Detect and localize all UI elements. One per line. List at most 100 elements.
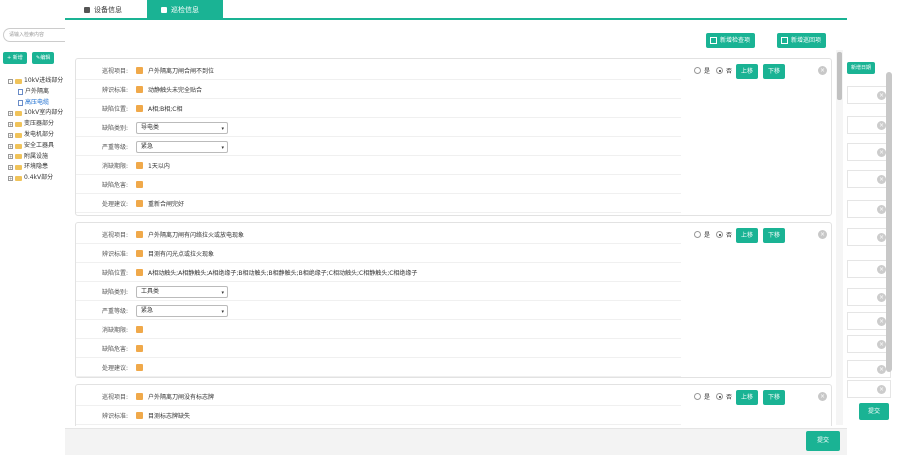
tree-search-input[interactable]: 请输入检索内容 xyxy=(3,28,73,42)
radio-no[interactable] xyxy=(716,67,724,74)
remove-icon[interactable]: × xyxy=(877,175,886,184)
remove-icon[interactable]: × xyxy=(877,148,886,157)
tree-edit-button[interactable]: ✎编辑 xyxy=(32,52,55,64)
expand-icon[interactable]: + xyxy=(8,111,13,117)
edit-icon[interactable] xyxy=(136,250,143,257)
remove-icon[interactable]: × xyxy=(877,265,886,274)
suggestion-value[interactable] xyxy=(130,364,148,371)
right-panel-scrollbar[interactable] xyxy=(886,72,892,372)
tree-node[interactable]: 高压电缆 xyxy=(8,98,63,109)
item-value[interactable]: 户外隔离刀闸有闪络拉火或放电现象 xyxy=(130,230,244,239)
tree-node[interactable]: +10kV室内部分 xyxy=(8,108,63,119)
edit-icon[interactable] xyxy=(136,393,143,400)
standard-value[interactable]: 目测有闪光点或拉火现象 xyxy=(130,249,214,258)
edit-icon[interactable] xyxy=(136,181,143,188)
suggestion-value[interactable]: 重新合闸完好 xyxy=(130,199,184,208)
edit-icon[interactable] xyxy=(136,412,143,419)
file-icon xyxy=(18,99,23,106)
move-down-button[interactable]: 下移 xyxy=(763,64,786,79)
edit-icon[interactable] xyxy=(136,364,143,371)
edit-icon[interactable] xyxy=(136,105,143,112)
edit-icon[interactable] xyxy=(136,162,143,169)
tab-device-info[interactable]: 设备信息 xyxy=(70,0,136,20)
remove-icon[interactable]: × xyxy=(877,91,886,100)
deadline-value[interactable]: 1天以内 xyxy=(130,161,170,170)
radio-yes[interactable] xyxy=(694,393,701,400)
position-value[interactable]: A相动触头;A相静触头;A相绝缘子;B相动触头;B相静触头;B相绝缘子;C相动触… xyxy=(130,268,417,277)
tree-node[interactable]: - 10kV进线部分 xyxy=(8,76,63,87)
radio-no[interactable] xyxy=(716,393,724,400)
expand-icon[interactable]: + xyxy=(8,154,13,160)
item-value[interactable]: 户外隔离刀闸没有标志牌 xyxy=(130,392,214,401)
remove-icon[interactable]: × xyxy=(877,365,886,374)
expand-icon[interactable]: + xyxy=(8,165,13,171)
batch-add-item-button[interactable]: 新增巡回项 xyxy=(777,33,827,48)
field-row-category: 缺陷类别: 导电类 ▾ xyxy=(76,119,681,137)
folder-icon xyxy=(15,78,22,84)
add-inspect-item-button[interactable]: 新增检查项 xyxy=(706,33,756,48)
category-select[interactable]: 导电类 ▾ xyxy=(136,121,228,134)
hazard-value[interactable] xyxy=(130,181,148,188)
move-up-button[interactable]: 上移 xyxy=(736,228,759,243)
severity-select[interactable]: 紧急 ▾ xyxy=(136,304,228,317)
delete-icon[interactable]: × xyxy=(818,230,827,239)
edit-icon[interactable] xyxy=(136,269,143,276)
suggestion-label: 处理建议: xyxy=(101,201,128,208)
content-scrollbar[interactable] xyxy=(837,52,842,100)
radio-no[interactable] xyxy=(716,231,724,238)
edit-icon[interactable] xyxy=(136,231,143,238)
move-up-button[interactable]: 上移 xyxy=(736,64,759,79)
expand-icon[interactable]: + xyxy=(8,132,13,138)
tree-node-label: 0.4kV部分 xyxy=(24,174,54,182)
add-date-button[interactable]: 新增日期 xyxy=(847,62,876,74)
hazard-value[interactable] xyxy=(130,345,148,352)
remove-icon[interactable]: × xyxy=(877,205,886,214)
category-label: 缺陷类别: xyxy=(101,125,128,132)
severity-selected-value: 紧急 xyxy=(141,306,154,314)
delete-icon[interactable]: × xyxy=(818,66,827,75)
move-down-button[interactable]: 下移 xyxy=(763,228,786,243)
expand-icon[interactable]: + xyxy=(8,176,13,182)
field-row-suggestion: 处理建议: xyxy=(76,359,681,377)
tree-node[interactable]: + 附属设施 xyxy=(8,152,63,163)
radio-yes[interactable] xyxy=(694,231,701,238)
severity-select[interactable]: 紧急 ▾ xyxy=(136,140,228,153)
tree-node[interactable]: + 变压器部分 xyxy=(8,119,63,130)
category-select[interactable]: 工具类 ▾ xyxy=(136,285,228,298)
edit-icon[interactable] xyxy=(136,326,143,333)
submit-button[interactable]: 提交 xyxy=(806,431,840,451)
remove-icon[interactable]: × xyxy=(877,293,886,302)
expand-icon[interactable]: + xyxy=(8,143,13,149)
list-item: × xyxy=(847,170,891,188)
remove-icon[interactable]: × xyxy=(877,340,886,349)
move-down-button[interactable]: 下移 xyxy=(763,390,786,405)
right-panel-submit-button[interactable]: 提交 xyxy=(859,403,889,420)
move-up-button[interactable]: 上移 xyxy=(736,390,759,405)
delete-icon[interactable]: × xyxy=(818,392,827,401)
standard-value[interactable]: 动静触头未完全贴合 xyxy=(130,85,202,94)
remove-icon[interactable]: × xyxy=(877,233,886,242)
list-item: × xyxy=(847,288,891,306)
collapse-icon[interactable]: - xyxy=(8,78,13,84)
expand-icon[interactable]: + xyxy=(8,122,13,128)
radio-yes[interactable] xyxy=(694,67,701,74)
tree-node[interactable]: + 发电机部分 xyxy=(8,130,63,141)
tree-node[interactable]: +0.4kV部分 xyxy=(8,173,63,184)
standard-value[interactable]: 目测标志牌缺失 xyxy=(130,411,190,420)
edit-icon[interactable] xyxy=(136,86,143,93)
position-value[interactable]: A相;B相;C相 xyxy=(130,104,182,113)
tree-node[interactable]: 户外隔离 xyxy=(8,87,63,98)
remove-icon[interactable]: × xyxy=(877,121,886,130)
item-value[interactable]: 户外隔离刀闸合闸不到位 xyxy=(130,66,214,75)
edit-icon[interactable] xyxy=(136,67,143,74)
tree-node[interactable]: + 环境隐患 xyxy=(8,162,63,173)
tree-node[interactable]: + 安全工器具 xyxy=(8,141,63,152)
tree-add-button[interactable]: + 新增 xyxy=(3,52,27,64)
deadline-value[interactable] xyxy=(130,326,148,333)
remove-icon[interactable]: × xyxy=(877,385,886,394)
edit-icon[interactable] xyxy=(136,200,143,207)
remove-icon[interactable]: × xyxy=(877,317,886,326)
tab-inspection-info[interactable]: 巡检信息 xyxy=(147,0,223,20)
folder-icon xyxy=(15,143,22,149)
edit-icon[interactable] xyxy=(136,345,143,352)
